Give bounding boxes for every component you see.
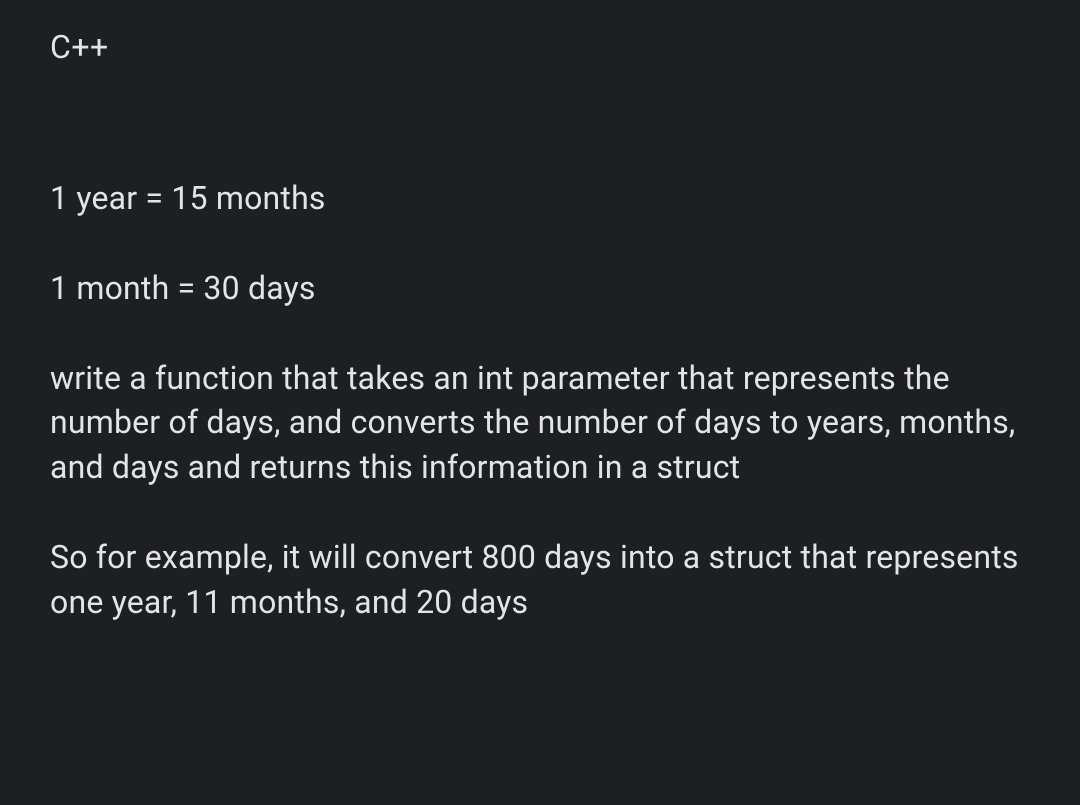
paragraph-3: write a function that takes an int param…	[50, 356, 1030, 490]
paragraph-2: 1 month = 30 days	[50, 266, 1030, 311]
document-title: C++	[50, 28, 1030, 66]
paragraph-1: 1 year = 15 months	[50, 176, 1030, 221]
paragraph-4: So for example, it will convert 800 days…	[50, 535, 1030, 625]
